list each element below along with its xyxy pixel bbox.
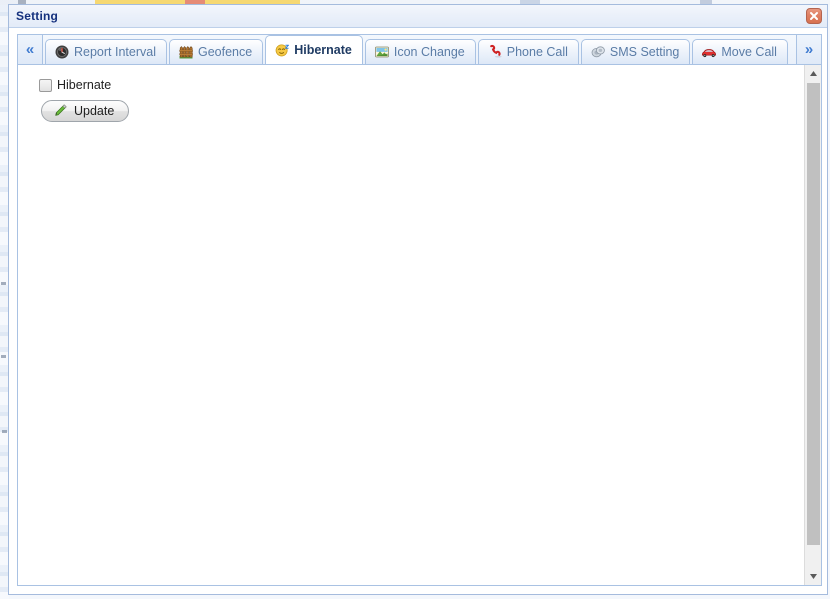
sleep-face-icon <box>274 42 290 58</box>
scrollbar-thumb[interactable] <box>807 83 820 545</box>
tab-phone-call[interactable]: Phone Call <box>477 39 579 64</box>
tab-report-interval[interactable]: Report Interval <box>45 39 167 64</box>
tab-next-glyph: » <box>804 41 814 58</box>
setting-window: Setting « Report Interval Geofence Hiber… <box>8 4 828 595</box>
hibernate-tab-panel: Hibernate Update <box>18 65 821 585</box>
car-icon <box>701 44 717 60</box>
tab-scroll-prev-icon[interactable]: « <box>18 35 43 64</box>
tab-label: Move Call <box>721 45 777 59</box>
sms-disc-icon <box>590 44 606 60</box>
tab-move-call[interactable]: Move Call <box>692 39 788 64</box>
window-titlebar: Setting <box>9 5 827 28</box>
tab-strip: « Report Interval Geofence Hibernate Ico… <box>18 35 821 65</box>
tab-hibernate[interactable]: Hibernate <box>265 35 363 64</box>
tab-sms-setting[interactable]: SMS Setting <box>580 39 691 64</box>
fence-icon <box>178 44 194 60</box>
tab-label: Icon Change <box>393 45 465 59</box>
window-body: « Report Interval Geofence Hibernate Ico… <box>9 28 827 594</box>
tab-scroll-next-icon[interactable]: » <box>796 35 821 64</box>
hibernate-checkbox-label: Hibernate <box>57 78 112 92</box>
scroll-up-icon[interactable] <box>805 65 821 82</box>
hibernate-field-row: Hibernate <box>39 76 821 94</box>
tab-label: Geofence <box>197 45 253 59</box>
tab-label: Report Interval <box>74 45 156 59</box>
background-speck <box>2 430 7 433</box>
phone-icon <box>487 44 503 60</box>
update-button[interactable]: Update <box>41 100 130 122</box>
hibernate-checkbox[interactable] <box>39 78 52 92</box>
close-icon[interactable] <box>806 8 822 24</box>
picture-icon <box>374 44 390 60</box>
scroll-down-icon[interactable] <box>805 568 821 585</box>
tab-label: Hibernate <box>294 43 352 57</box>
clock-icon <box>54 44 70 60</box>
tab-label: SMS Setting <box>609 45 680 59</box>
background-speck <box>1 282 6 285</box>
tab-icon-change[interactable]: Icon Change <box>364 39 476 64</box>
tab-geofence[interactable]: Geofence <box>168 39 264 64</box>
hibernate-form: Hibernate Update <box>18 65 821 124</box>
vertical-scrollbar[interactable] <box>804 65 821 585</box>
tab-prev-glyph: « <box>25 41 35 58</box>
tab-label: Phone Call <box>506 45 568 59</box>
tab-list: Report Interval Geofence Hibernate Icon … <box>45 35 794 64</box>
pencil-icon <box>52 103 68 119</box>
settings-panel: « Report Interval Geofence Hibernate Ico… <box>17 34 822 586</box>
page-title: Setting <box>16 9 59 23</box>
background-speck <box>1 355 6 358</box>
update-button-label: Update <box>74 104 115 118</box>
